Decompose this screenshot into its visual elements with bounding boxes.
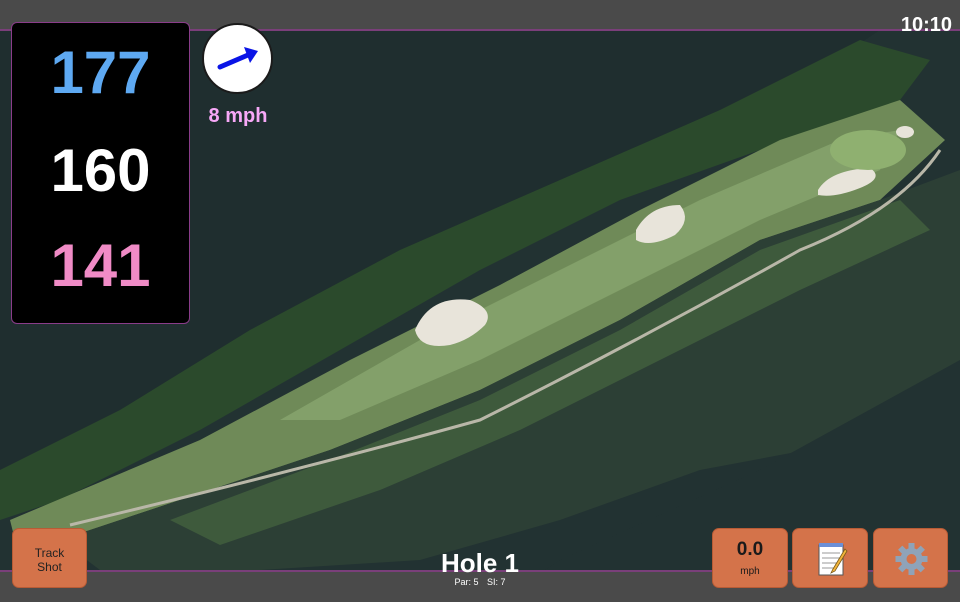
track-shot-label-line1: Track — [34, 546, 65, 560]
speed-unit: mph — [740, 566, 760, 577]
track-shot-label-line2: Shot — [37, 560, 62, 574]
hole-info: Par: 5 SI: 7 — [380, 577, 580, 587]
settings-button[interactable] — [873, 528, 948, 588]
front-distance: 141 — [50, 232, 151, 299]
hole-si: SI: 7 — [487, 577, 506, 587]
back-distance: 177 — [50, 39, 151, 106]
wind-speed: 8 mph — [208, 105, 268, 127]
hole-par: Par: 5 — [454, 577, 479, 587]
middle-distance: 160 — [50, 137, 151, 204]
wind-arrow-icon — [217, 47, 258, 70]
hole-title: Hole 1 — [440, 548, 520, 578]
speed-value: 0.0 — [736, 539, 764, 560]
clock: 10:10 — [900, 14, 952, 36]
speed-button[interactable]: 0.0 mph — [712, 528, 788, 588]
track-shot-button[interactable]: Track Shot — [12, 528, 87, 588]
distance-panel: 177 160 141 — [11, 22, 190, 324]
notes-button[interactable] — [792, 528, 868, 588]
gear-icon — [895, 543, 928, 575]
notepad-icon — [818, 543, 848, 576]
wind-dial — [202, 23, 273, 94]
